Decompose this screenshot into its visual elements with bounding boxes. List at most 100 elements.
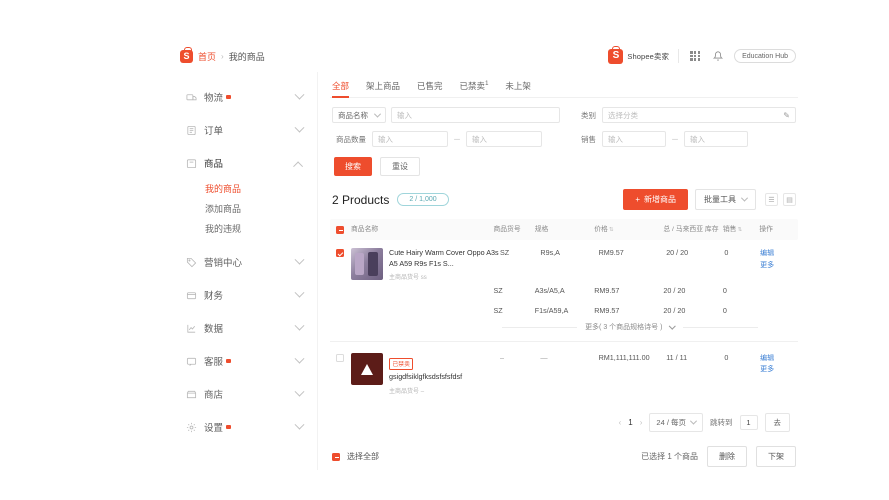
go-button[interactable]: 去 <box>764 412 790 432</box>
sidebar-item-logistics[interactable]: 物流 <box>170 86 317 108</box>
sidebar-item-orders[interactable]: 订单 <box>170 119 317 141</box>
main-content: 全部 架上商品 已售完 已禁卖1 未上架 商品名称 输入 类别 选择分类 ✎ 商… <box>318 72 810 470</box>
products-toolbar-actions: + 新增商品 批量工具 ☰ ▤ <box>623 189 796 210</box>
chevron-down-icon <box>669 322 676 329</box>
sales-min-input[interactable]: 输入 <box>602 131 666 147</box>
products-table: 商品名称 商品货号 规格 价格⇅ 总 / 马来西亚 库存 销售⇅ 操作 Cute… <box>330 219 798 401</box>
breadcrumb-home[interactable]: 首页 <box>198 50 216 63</box>
chevron-down-icon <box>373 110 382 118</box>
sidebar-subitem-my-violations[interactable]: 我的违规 <box>205 219 317 239</box>
more-variants-label: 更多( 3 个商品规格诗号 ) <box>585 324 663 332</box>
product-name: Cute Hairy Warm Cover Oppo A3s A5 A59 R9… <box>389 248 499 268</box>
product-cell: 已禁卖 gsigdfsiklgfksdsfsfsfdsf 主商品货号 – <box>336 353 500 395</box>
sidebar: 物流 订单 商品 我的商品 添加商品 我的违规 营销中心 财务 数据 客服 商店… <box>170 72 318 470</box>
sidebar-subitem-add-product[interactable]: 添加商品 <box>205 199 317 219</box>
select-all-checkbox[interactable] <box>332 452 340 461</box>
bell-notification-icon[interactable] <box>711 49 725 63</box>
tab-unlisted[interactable]: 未上架 <box>505 80 531 97</box>
divider-line <box>502 326 578 328</box>
jump-to-input[interactable]: 1 <box>739 414 758 430</box>
sales-label: 销售 <box>581 134 596 144</box>
variant-sales: 0 <box>724 248 729 258</box>
chevron-down-icon <box>294 122 305 133</box>
prev-page-button[interactable]: ‹ <box>619 418 622 427</box>
delete-button[interactable]: 删除 <box>707 445 747 467</box>
quantity-min-placeholder: 输入 <box>378 134 393 144</box>
tab-live[interactable]: 架上商品 <box>366 80 400 97</box>
add-product-label: 新增商品 <box>644 195 676 204</box>
category-placeholder: 选择分类 <box>608 110 638 120</box>
add-product-button[interactable]: + 新增商品 <box>623 189 688 210</box>
bulk-tools-label: 批量工具 <box>704 195 736 204</box>
grid-view-icon[interactable]: ▤ <box>783 193 796 206</box>
plus-icon: + <box>635 195 640 204</box>
sidebar-item-settings[interactable]: 设置 <box>170 416 317 438</box>
sidebar-label-settings: 设置 <box>204 423 224 434</box>
storefront-icon <box>186 389 197 400</box>
variant-row: SZ F1s/A59,A RM9.57 20 / 20 0 <box>330 306 798 316</box>
sidebar-item-shop[interactable]: 商店 <box>170 383 317 405</box>
reset-button[interactable]: 重设 <box>380 157 420 176</box>
edit-link[interactable]: 编辑 <box>760 353 792 364</box>
list-view-icon[interactable]: ☰ <box>765 193 778 206</box>
product-name-input[interactable]: 输入 <box>391 107 560 123</box>
page-number-1[interactable]: 1 <box>628 418 632 427</box>
shopee-seller-logo[interactable]: S Shopee卖家 <box>608 46 669 64</box>
chevron-down-icon <box>294 287 305 298</box>
variant-sku: – <box>500 353 504 363</box>
page-size-select[interactable]: 24 / 每页 <box>649 412 703 432</box>
chevron-down-icon <box>294 254 305 265</box>
status-badge: 已禁卖 <box>389 357 414 370</box>
sort-icon[interactable]: ⇅ <box>609 227 614 233</box>
apps-grid-icon[interactable] <box>688 49 702 63</box>
product-box-icon <box>186 158 197 169</box>
tab-sold-out[interactable]: 已售完 <box>417 80 443 97</box>
filter-row-1: 商品名称 输入 类别 选择分类 ✎ <box>332 107 796 123</box>
tab-all[interactable]: 全部 <box>332 80 350 98</box>
next-page-button[interactable]: › <box>640 418 643 427</box>
filter-field-select-value: 商品名称 <box>338 110 368 120</box>
sales-max-placeholder: 输入 <box>690 134 705 144</box>
sort-icon[interactable]: ⇅ <box>737 227 742 233</box>
variant-stock: 20 / 20 <box>663 286 686 296</box>
header-divider <box>678 49 680 63</box>
expand-variants-row[interactable]: 更多( 3 个商品规格诗号 ) <box>502 322 759 332</box>
quantity-min-input[interactable]: 输入 <box>372 131 448 147</box>
table-row[interactable]: 已禁卖 gsigdfsiklgfksdsfsfsfdsf 主商品货号 – – —… <box>330 342 798 400</box>
product-thumbnail <box>351 248 383 281</box>
sidebar-item-finance[interactable]: 财务 <box>170 284 317 306</box>
page-size-value: 24 / 每页 <box>656 417 686 427</box>
unlist-button[interactable]: 下架 <box>756 445 796 467</box>
select-all-header-checkbox[interactable] <box>336 226 344 234</box>
sales-max-input[interactable]: 输入 <box>684 131 748 147</box>
warning-triangle-icon <box>361 363 373 375</box>
tab-banned[interactable]: 已禁卖1 <box>460 80 489 97</box>
sidebar-item-data[interactable]: 数据 <box>170 317 317 339</box>
category-input[interactable]: 选择分类 ✎ <box>602 107 796 123</box>
education-hub-button[interactable]: Education Hub <box>734 49 796 63</box>
sidebar-subitem-my-products[interactable]: 我的商品 <box>205 179 317 199</box>
more-link[interactable]: 更多 <box>760 260 792 271</box>
range-dash: － <box>671 134 679 144</box>
breadcrumb-current: 我的商品 <box>228 51 265 62</box>
variant-sales: 0 <box>722 305 727 315</box>
column-variation: 规格 <box>534 226 549 233</box>
product-sku: 主商品货号 – <box>389 388 425 395</box>
search-button[interactable]: 搜索 <box>334 157 372 176</box>
variant-sales: 0 <box>722 286 727 296</box>
edit-pencil-icon[interactable]: ✎ <box>783 111 790 120</box>
table-row[interactable]: Cute Hairy Warm Cover Oppo A3s A5 A59 R9… <box>330 240 798 287</box>
chevron-down-icon <box>294 386 305 397</box>
filter-field-select[interactable]: 商品名称 <box>332 107 386 123</box>
sidebar-item-marketing[interactable]: 营销中心 <box>170 251 317 273</box>
sidebar-item-customer-service[interactable]: 客服 <box>170 350 317 372</box>
sidebar-item-products[interactable]: 商品 <box>170 152 317 174</box>
sidebar-label-marketing: 营销中心 <box>204 258 243 269</box>
quantity-max-input[interactable]: 输入 <box>466 131 542 147</box>
row-checkbox[interactable] <box>336 354 344 363</box>
sidebar-label-orders: 订单 <box>204 126 224 137</box>
more-link[interactable]: 更多 <box>760 364 792 375</box>
row-checkbox[interactable] <box>336 249 344 258</box>
edit-link[interactable]: 编辑 <box>760 248 792 259</box>
bulk-tools-dropdown[interactable]: 批量工具 <box>695 189 756 210</box>
